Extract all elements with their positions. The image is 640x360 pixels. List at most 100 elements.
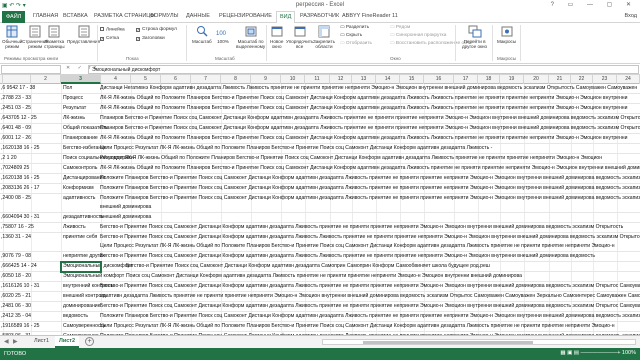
sheet-tab-0[interactable]: Лист1 xyxy=(30,336,53,348)
tab-1[interactable]: ГЛАВНАЯ xyxy=(33,13,58,19)
checkbox-icon[interactable]: ✓ xyxy=(100,36,104,41)
cell[interactable]: ,2412 35 - 04 xyxy=(1,313,31,319)
cell[interactable]: Дистанци Негативнэ Конформ адаптивн деза… xyxy=(100,85,637,91)
cell[interactable]: принятие себя xyxy=(63,234,99,240)
checkbox-icon[interactable]: ✓ xyxy=(136,36,140,41)
add-sheet-icon[interactable]: + xyxy=(85,337,94,346)
window-button-1[interactable]: Упорядочить все xyxy=(286,25,313,49)
cell[interactable]: неприятие других xyxy=(63,253,105,259)
window-button-0[interactable]: Новое окно xyxy=(270,25,283,49)
cell[interactable]: Дистанцирование xyxy=(63,175,105,181)
cell[interactable]: Бегство-и Принятие Поиск соц Самоконт Ди… xyxy=(100,253,595,259)
column-header[interactable]: 9 xyxy=(251,75,281,84)
column-header[interactable]: 11 xyxy=(305,75,330,84)
cell[interactable]: Результат ЛК-Я ЛК-жизнь Общий по Положит… xyxy=(100,155,602,161)
window-option-5[interactable]: ▭ Восстановить расположение окна xyxy=(390,41,472,46)
cell[interactable]: адаптивность xyxy=(63,195,99,201)
view-mode-3[interactable]: Представления xyxy=(67,25,100,44)
name-box[interactable] xyxy=(1,65,61,74)
cell[interactable]: внешний доминирова xyxy=(100,214,151,220)
column-header[interactable]: 7 xyxy=(191,75,221,84)
cell[interactable]: Планиров Бегство-и Принятие Поиск соц Са… xyxy=(100,125,640,131)
show-check-3[interactable]: ✓ Заголовки xyxy=(136,36,165,41)
checkbox-icon[interactable]: ✓ xyxy=(136,27,140,32)
cell[interactable]: Эмоциональный дискомфорт xyxy=(63,263,133,269)
window-option-2[interactable]: ▭ Отобразить xyxy=(340,41,372,46)
cell[interactable]: ,1620138 16 - 25 xyxy=(1,145,40,151)
tab-2[interactable]: ВСТАВКА xyxy=(63,13,88,19)
window-option-0[interactable]: ▭ Разделить xyxy=(340,25,369,30)
cell[interactable]: Поиск соц Самоконт Дистанци Конформ адап… xyxy=(126,273,522,279)
cell[interactable]: ,6001 12 - 26 xyxy=(1,135,31,141)
column-header[interactable]: 21 xyxy=(549,75,571,84)
cell[interactable]: Конформизм xyxy=(63,185,94,191)
sign-in-link[interactable]: Вход xyxy=(625,13,637,19)
cell[interactable]: Самоконтроль xyxy=(63,165,97,171)
cell[interactable]: Бегство-и Принятие Поиск соц Самоконт Ди… xyxy=(126,263,490,269)
cell[interactable]: ,2451 03 - 25 xyxy=(1,105,31,111)
column-header[interactable]: 24 xyxy=(617,75,640,84)
show-check-0[interactable]: Линейка xyxy=(100,27,125,33)
cell[interactable]: ,2400 08 - 25 xyxy=(1,195,31,201)
cell[interactable]: Бегство-и Принятие Поиск соц Самоконт Ди… xyxy=(100,303,640,309)
cell[interactable]: ,666425 14 - 24 xyxy=(1,263,37,269)
tab-6[interactable]: РЕЦЕНЗИРОВАНИЕ xyxy=(219,13,272,19)
cell[interactable]: ведомость xyxy=(63,313,88,319)
sheet-nav-next-icon[interactable]: ▶ xyxy=(13,338,18,345)
column-header[interactable]: 19 xyxy=(500,75,524,84)
cell[interactable]: Пол xyxy=(63,85,72,91)
cell[interactable]: Планирование xyxy=(63,135,98,141)
zoom-button-2[interactable]: Масштаб по выделенному xyxy=(236,25,265,49)
cell[interactable]: Бегство-и Принятие Поиск соц Самоконт Ди… xyxy=(100,224,623,230)
column-header[interactable]: 17 xyxy=(454,75,478,84)
column-header[interactable]: 5 xyxy=(131,75,161,84)
cell[interactable]: ,6050 18 - 20 xyxy=(1,273,31,279)
cell[interactable]: Планиров Бегство-и Принятие Поиск соц Са… xyxy=(100,115,640,121)
cell[interactable]: дезадаптивность xyxy=(63,214,104,220)
cell[interactable]: Эмоциональный комфорт xyxy=(63,273,124,279)
cell[interactable]: ЛК-Я ЛК-жизнь Общий по Положите Планиров… xyxy=(100,165,640,171)
cell[interactable]: внешний доминирова xyxy=(100,204,151,210)
cell[interactable]: ,1620138 16 - 25 xyxy=(1,175,40,181)
cell[interactable]: ЛК-Я ЛК-жизнь Общий по Положите Планиров… xyxy=(100,95,627,101)
column-header[interactable]: 18 xyxy=(478,75,500,84)
column-header[interactable]: 14 xyxy=(376,75,400,84)
formula-input[interactable]: Эмоциональный дискомфорт xyxy=(88,65,639,74)
tab-9[interactable]: ABBYY FineReader 11 xyxy=(342,13,398,19)
cell[interactable]: Цели Процесс Результат ЛК-Я ЛК-жизнь Общ… xyxy=(100,243,615,249)
horizontal-scrollbar[interactable] xyxy=(322,339,636,345)
cell[interactable]: Лживость xyxy=(63,224,86,230)
show-check-1[interactable]: ✓ Строка формул xyxy=(136,27,177,32)
cell[interactable]: ,6020 25 - 21 xyxy=(1,293,31,299)
sheet-tab-1[interactable]: Лист2 xyxy=(55,336,80,348)
column-header[interactable]: 4 xyxy=(101,75,131,84)
cell[interactable]: ,9076 79 - 08 xyxy=(1,253,31,259)
cell[interactable]: ЛК-Я ЛК-жизнь Общий по Положите Планиров… xyxy=(100,105,627,111)
cell[interactable]: Результат xyxy=(63,105,86,111)
cell[interactable]: доминирование xyxy=(63,303,100,309)
macros-button[interactable]: Макросы xyxy=(497,25,516,44)
cell[interactable]: ,2788 23 - 33 xyxy=(1,95,31,101)
cell[interactable]: адаптивн дезадапта Лживость принятие не … xyxy=(100,293,640,299)
cell[interactable]: ,6401 48 - 09 xyxy=(1,125,31,131)
spreadsheet-grid[interactable]: 2 3 4 5 6 7 8 9 10 11 12 13 14 15 16 17 18 19 20 21 22 23 24 ,… xyxy=(0,75,640,335)
tab-8[interactable]: РАЗРАБОТЧИК xyxy=(300,13,339,19)
column-header[interactable]: 12 xyxy=(330,75,352,84)
column-header[interactable]: 15 xyxy=(400,75,424,84)
sheet-nav-prev-icon[interactable]: ◀ xyxy=(4,338,9,345)
tab-5[interactable]: ДАННЫЕ xyxy=(186,13,210,19)
cell[interactable]: Бегство-и Принятие Поиск соц Самоконт Ди… xyxy=(100,283,640,289)
zoom-button-0[interactable]: Масштаб xyxy=(192,25,212,44)
column-header[interactable]: 22 xyxy=(571,75,593,84)
cell[interactable]: ,2083136 26 - 17 xyxy=(1,185,40,191)
column-header[interactable]: 6 xyxy=(161,75,191,84)
column-header[interactable]: 16 xyxy=(424,75,454,84)
window-option-1[interactable]: ▭ Скрыть xyxy=(340,33,362,38)
cell[interactable]: Процесс xyxy=(63,95,83,101)
window-option-4[interactable]: ▭ Синхронная прокрутка xyxy=(390,33,446,38)
window-button-2[interactable]: Закрепить области xyxy=(313,25,335,49)
cell[interactable]: ,75807 16 - 25 xyxy=(1,224,34,230)
tab-4[interactable]: ФОРМУЛЫ xyxy=(150,13,178,19)
view-mode-0[interactable]: Обычный режим xyxy=(2,25,22,49)
cell[interactable]: ЛК-Я ЛК-жизнь Общий по Положите Планиров… xyxy=(100,135,627,141)
